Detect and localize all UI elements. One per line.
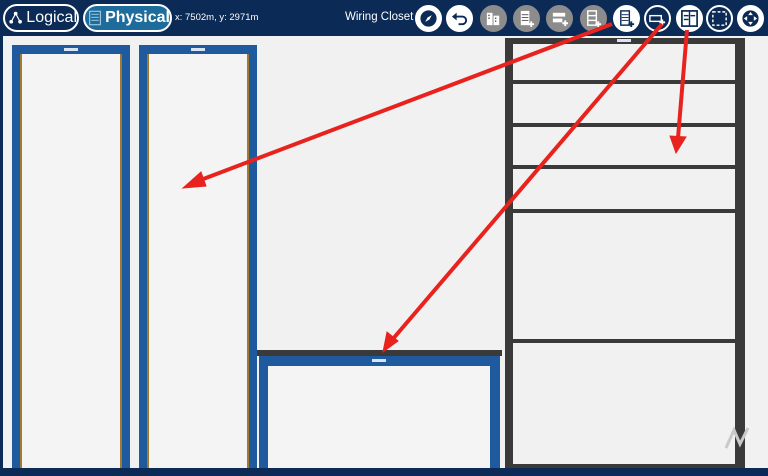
building-icon — [486, 12, 500, 26]
move-view-button[interactable] — [737, 5, 764, 32]
new-table-button[interactable] — [644, 5, 671, 32]
marquee-select-icon — [712, 11, 727, 26]
new-rack-alt-button[interactable] — [613, 5, 640, 32]
compass-icon — [420, 10, 437, 27]
bottom-bar — [0, 468, 768, 476]
logical-mode-button[interactable]: Logical — [3, 4, 79, 32]
new-wiring-closet-button[interactable] — [676, 5, 703, 32]
coordinates-readout: x: 7502m, y: 2971m — [175, 12, 259, 23]
physical-mode-button[interactable]: Physical — [83, 4, 172, 32]
pan-icon — [742, 10, 759, 27]
new-shelf-button[interactable] — [580, 5, 607, 32]
table-rack-interior — [268, 366, 490, 470]
shelf-unit-tag — [617, 39, 631, 42]
rack-1-interior — [20, 54, 122, 470]
physical-mode-label: Physical — [105, 9, 170, 26]
navigate-button[interactable] — [415, 5, 442, 32]
new-rack-button[interactable] — [513, 5, 540, 32]
closet-icon — [681, 10, 698, 27]
rack-2-tag — [191, 48, 205, 51]
logical-topology-icon — [9, 11, 22, 24]
device-add-icon — [552, 12, 569, 27]
rack-1-tag — [64, 48, 78, 51]
table-add-icon — [649, 14, 666, 26]
shelf-2[interactable] — [513, 123, 735, 127]
shelf-add-icon — [587, 10, 602, 28]
logical-mode-label: Logical — [26, 9, 77, 26]
top-toolbar: Logical Physical x: 7502m, y: 2971m Wiri… — [0, 0, 768, 36]
shelf-5[interactable] — [513, 339, 735, 343]
undo-arrow-icon — [451, 12, 468, 26]
rack-add-icon — [520, 10, 535, 28]
shelf-unit-interior — [513, 44, 735, 464]
shelf-3[interactable] — [513, 165, 735, 169]
shelf-1[interactable] — [513, 80, 735, 84]
rack-add-icon — [620, 10, 635, 28]
select-area-button[interactable] — [706, 5, 733, 32]
rack-2-interior — [147, 54, 249, 470]
workspace-edge — [763, 36, 768, 468]
back-button[interactable] — [446, 5, 473, 32]
table-rack-tag — [372, 359, 386, 362]
cluster-button[interactable] — [480, 5, 507, 32]
new-device-button[interactable] — [546, 5, 573, 32]
physical-rack-icon — [89, 10, 101, 26]
location-label: Wiring Closet — [345, 11, 414, 23]
watermark-logo — [724, 426, 750, 449]
shelf-4[interactable] — [513, 209, 735, 213]
